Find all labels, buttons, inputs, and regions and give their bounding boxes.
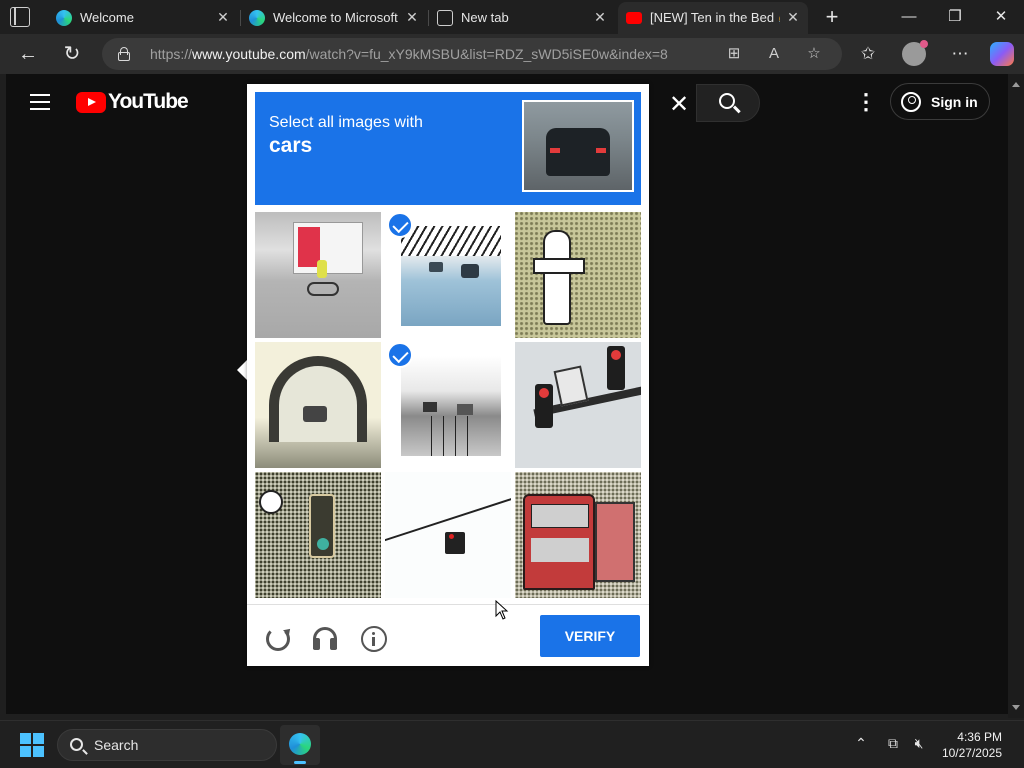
edge-icon [289,733,311,755]
edge-icon [56,10,72,26]
taskbar: Search ⌃ ⧉ 🔇︎ 4:36 PM 10/27/2025 [0,720,1024,768]
url-domain: www.youtube.com [192,46,306,62]
captcha-tile-6[interactable] [515,342,641,468]
tab-title: New tab [461,10,509,25]
url-path: /watch?v=fu_xY9kMSBU&list=RDZ_sWD5iSE0w&… [305,46,668,62]
taskbar-search-label: Search [94,737,139,753]
volume-muted-icon[interactable]: 🔇︎ [908,735,930,752]
clock-date: 10/27/2025 [941,746,1002,760]
menu-icon[interactable] [30,94,50,110]
captcha-challenge: Select all images with cars VERIFY [247,84,649,666]
youtube-logo-icon[interactable] [76,92,106,113]
youtube-icon [626,12,642,24]
more-options-icon[interactable]: ⋯ [948,42,972,66]
taskbar-search-box[interactable]: Search [57,729,277,761]
close-tab-icon[interactable]: ✕ [784,8,802,26]
url-text[interactable]: https://www.youtube.com/watch?v=fu_xY9kM… [150,46,668,62]
search-icon [719,93,735,109]
scroll-down-icon[interactable] [1012,705,1020,710]
tab-title: Welcome [80,10,134,25]
tab-welcome-edge[interactable]: Welcome to Microsoft Ed ✕ [241,2,427,34]
restore-icon[interactable]: ❐ [935,6,975,28]
tab-strip: Welcome ✕ Welcome to Microsoft Ed ✕ New … [0,0,1024,34]
tab-title: Welcome to Microsoft Ed [273,10,398,25]
minimize-icon[interactable]: — [889,6,929,28]
captcha-tile-1[interactable] [255,212,381,338]
audio-challenge-icon[interactable] [313,627,337,650]
selected-check-icon [387,342,413,368]
address-bar[interactable]: https://www.youtube.com/watch?v=fu_xY9kM… [102,38,842,70]
app-available-icon[interactable]: ⊞ [724,44,744,64]
sign-in-button[interactable]: Sign in [890,83,990,120]
reload-icon[interactable]: ↻ [60,42,84,66]
profile-avatar[interactable] [902,40,928,66]
scrollbar[interactable] [1008,74,1024,718]
captcha-target: cars [269,134,313,157]
read-aloud-icon[interactable]: A [764,44,784,64]
search-button[interactable] [696,84,760,122]
clear-search-icon[interactable]: ✕ [666,90,692,119]
lock-icon[interactable] [118,47,130,61]
captcha-tile-9[interactable] [515,472,641,598]
url-prefix: https:// [150,46,193,62]
captcha-tile-3[interactable] [515,212,641,338]
captcha-tile-8[interactable] [385,472,511,598]
tab-welcome[interactable]: Welcome ✕ [48,2,238,34]
close-tab-icon[interactable]: ✕ [214,8,232,26]
captcha-header: Select all images with cars [255,92,641,205]
account-icon [901,92,921,112]
back-icon[interactable]: ← [16,42,40,66]
tab-actions-icon[interactable] [10,7,30,27]
tab-new-tab[interactable]: New tab ✕ [429,2,615,34]
close-tab-icon[interactable]: ✕ [591,8,609,26]
captcha-tile-4[interactable] [255,342,381,468]
captcha-pointer [237,360,247,380]
show-hidden-icons-chevron-icon[interactable]: ⌃ [850,735,872,752]
close-window-icon[interactable]: ✕ [981,6,1021,28]
help-info-icon[interactable] [361,626,387,652]
tab-youtube[interactable]: [NEW] Ten in the Bed 🥳 ✕ [618,2,808,34]
new-tab-button[interactable]: + [812,6,852,28]
selected-check-icon [387,212,413,238]
scroll-up-icon[interactable] [1012,82,1020,87]
settings-kebab-icon[interactable]: ⋮ [855,90,877,114]
edge-icon [249,10,265,26]
tab-title: [NEW] Ten in the Bed 🥳 [650,10,780,25]
network-icon[interactable]: ⧉ [882,735,904,752]
close-tab-icon[interactable]: ✕ [403,8,421,26]
youtube-logo-text[interactable]: YouTube [108,90,189,114]
favorite-star-icon[interactable]: ☆ [804,44,824,64]
captcha-tile-7[interactable] [255,472,381,598]
clock-time: 4:36 PM [957,730,1002,744]
captcha-sample-image [522,100,634,192]
captcha-instruction: Select all images with [269,114,423,131]
reload-challenge-icon[interactable] [266,627,290,651]
running-indicator [294,761,306,764]
sign-in-label: Sign in [931,94,978,110]
system-clock[interactable]: 4:36 PM 10/27/2025 [936,729,1002,761]
start-windows-icon[interactable] [20,733,44,757]
copilot-icon[interactable] [990,42,1014,66]
captcha-divider [247,604,649,605]
verify-button[interactable]: VERIFY [540,615,640,657]
favorites-icon[interactable]: ✩ [856,42,880,66]
search-icon [70,738,83,751]
taskbar-edge-app[interactable] [280,725,320,765]
new-tab-icon [437,10,453,26]
address-bar-row: ← ↻ https://www.youtube.com/watch?v=fu_x… [0,34,1024,74]
